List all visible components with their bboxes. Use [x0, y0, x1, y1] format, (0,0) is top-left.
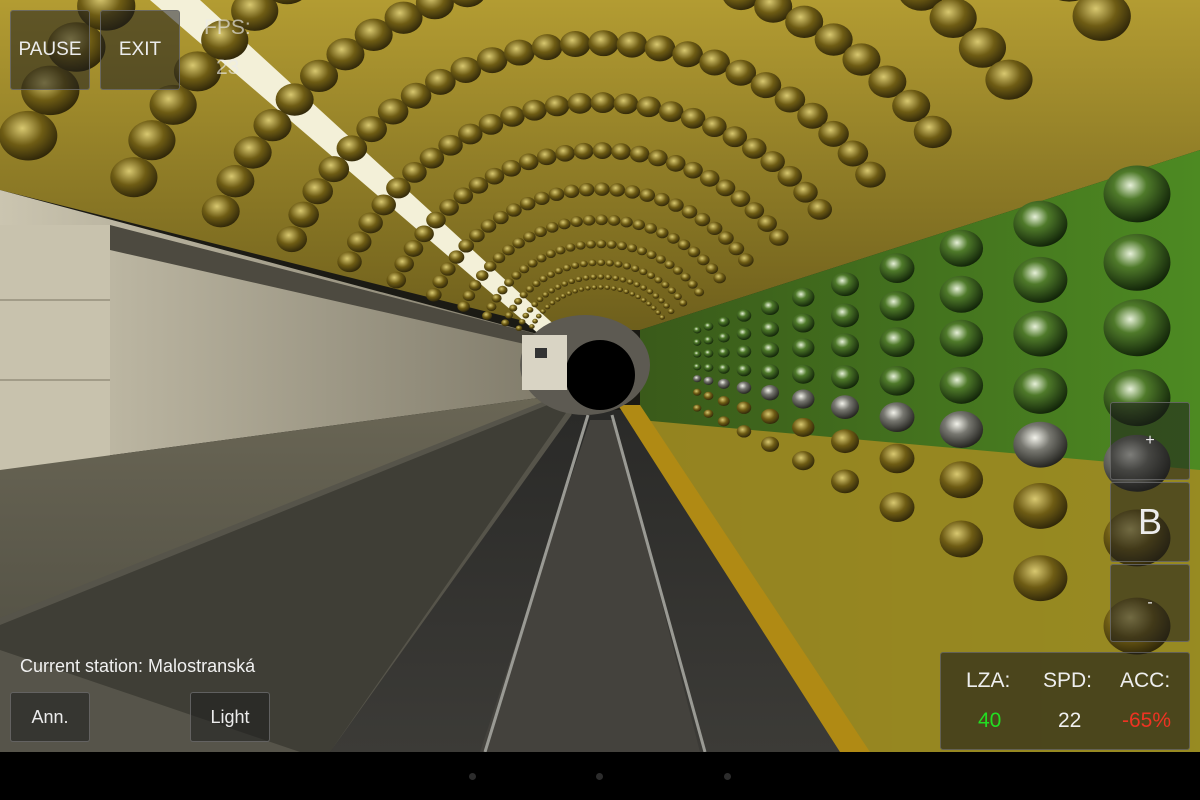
throttle-down-button[interactable]: - — [1110, 564, 1190, 642]
light-button[interactable]: Light — [190, 692, 270, 742]
lza-label: LZA: — [966, 669, 1011, 692]
tunnel-scene — [0, 0, 1200, 752]
acc-label: ACC: — [1120, 669, 1171, 692]
home-icon[interactable] — [596, 773, 603, 780]
throttle-up-button[interactable]: + — [1110, 402, 1190, 480]
system-nav-bar — [0, 752, 1200, 800]
game-viewport[interactable]: PAUSE EXIT FPS: 23 + B - Current station… — [0, 0, 1200, 752]
speed-hud-panel: LZA: SPD: ACC: 40 22 -65% — [940, 652, 1190, 750]
back-icon[interactable] — [469, 773, 476, 780]
lza-value: 40 — [978, 709, 1002, 732]
pause-button[interactable]: PAUSE — [10, 10, 90, 90]
brake-button[interactable]: B — [1110, 482, 1190, 562]
acc-value: -65% — [1122, 709, 1172, 732]
fps-value: 23 — [216, 56, 240, 79]
spd-value: 22 — [1058, 709, 1082, 732]
current-station-label: Current station: Malostranská — [20, 656, 256, 676]
exit-button[interactable]: EXIT — [100, 10, 180, 90]
recent-apps-icon[interactable] — [724, 773, 731, 780]
spd-label: SPD: — [1043, 669, 1093, 692]
announcement-button[interactable]: Ann. — [10, 692, 90, 742]
fps-label: FPS: — [204, 16, 251, 39]
